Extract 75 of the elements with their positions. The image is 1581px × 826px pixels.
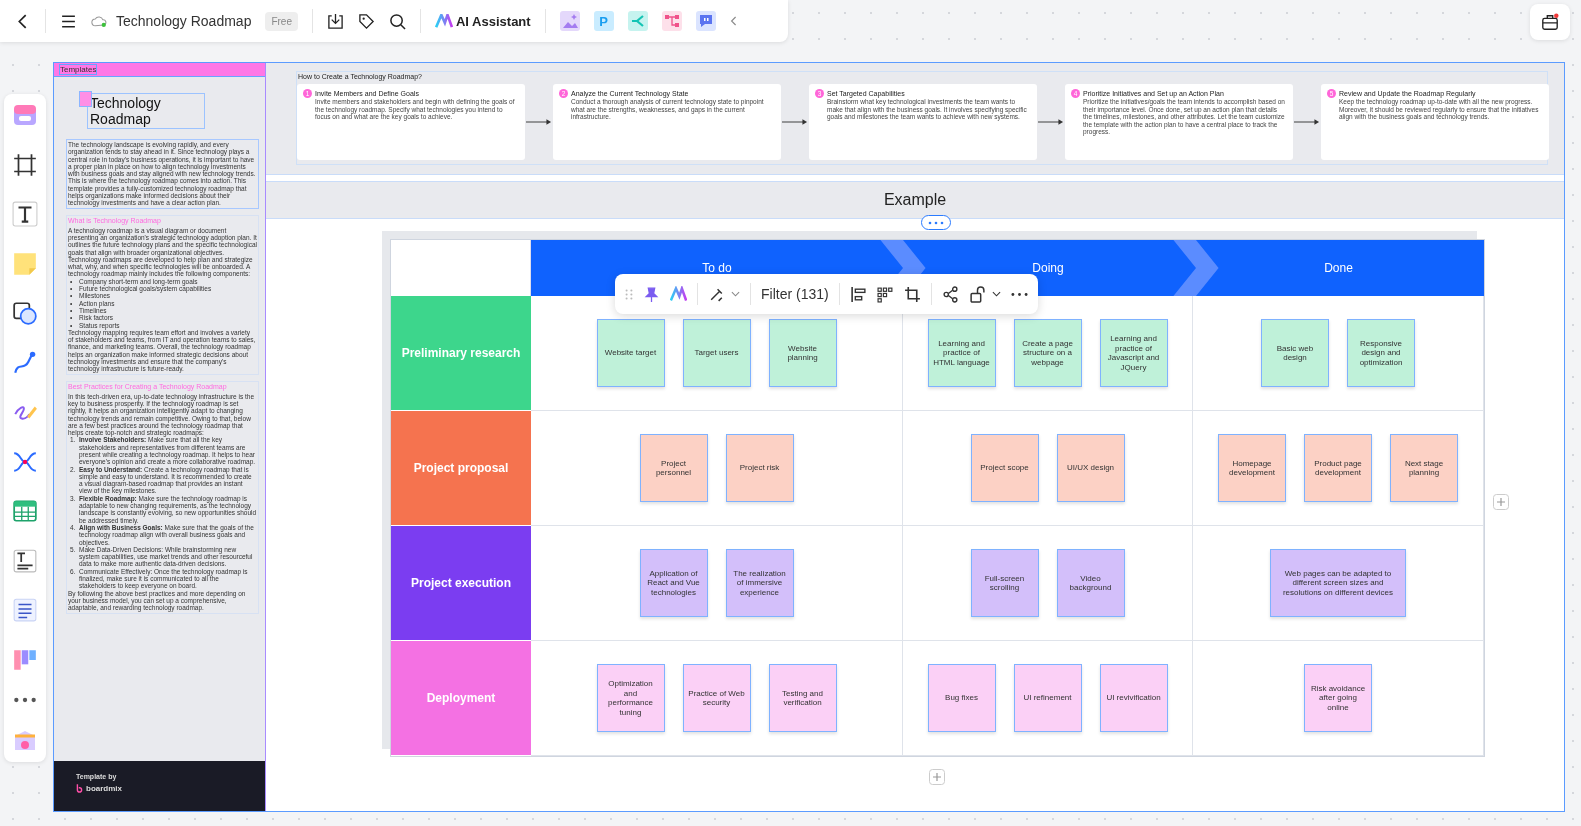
connector-icon[interactable] — [12, 349, 38, 376]
sticky-note[interactable]: Video background — [1056, 549, 1125, 617]
brand-name: boardmix — [86, 784, 122, 793]
sticky-note[interactable]: UI refinement — [1013, 664, 1082, 732]
arrow-connector — [1294, 118, 1320, 126]
title-marker-icon — [80, 92, 91, 106]
flowchart-app-icon[interactable] — [661, 11, 682, 31]
sticky-note[interactable]: Risk avoidance after going online — [1304, 664, 1372, 732]
align-left-icon[interactable] — [849, 285, 867, 303]
sticky-note[interactable]: Bug fixes — [927, 664, 996, 732]
sticky-note[interactable]: Testing and verification — [768, 664, 837, 732]
sticky-note[interactable]: Website target — [596, 319, 665, 387]
unlock-icon[interactable] — [968, 285, 986, 303]
template-title: Technology Roadmap — [89, 94, 162, 128]
row-label: Preliminary research — [391, 296, 531, 411]
more-icon — [928, 220, 944, 225]
row-label: Deployment — [391, 641, 531, 756]
text-icon[interactable] — [12, 201, 38, 228]
brand-logo-icon — [76, 784, 83, 793]
plan-badge: Free — [265, 11, 298, 31]
sticky-note[interactable]: Project personnel — [639, 434, 708, 502]
frame-icon[interactable] — [12, 151, 38, 178]
sticky-note[interactable]: The realization of immersive experience — [725, 549, 794, 617]
more-button[interactable] — [921, 215, 951, 230]
document-title[interactable]: Technology Roadmap — [116, 13, 252, 29]
sticky-note[interactable]: Target users — [682, 319, 751, 387]
download-icon[interactable] — [327, 12, 344, 30]
chat-app-icon[interactable] — [695, 11, 716, 31]
example-title: Example — [883, 191, 947, 209]
sticky-note[interactable]: Responsive design and optimization — [1347, 319, 1415, 387]
row-label: Project execution — [391, 526, 531, 641]
sticky-note[interactable]: Full-screen scrolling — [970, 549, 1039, 617]
sticky-note[interactable]: UI/UX design — [1056, 434, 1125, 502]
sticky-note[interactable]: Create a page structure on a webpage — [1013, 319, 1082, 387]
sticky-note[interactable]: Basic web design — [1261, 319, 1329, 387]
collapse-icon[interactable] — [729, 15, 738, 27]
arrow-connector — [782, 118, 808, 126]
templates-tab[interactable]: Templates — [60, 65, 97, 74]
sticky-note[interactable]: Application of React and Vue technologies — [639, 549, 708, 617]
chevron-shape — [1171, 240, 1221, 296]
row-label: Project proposal — [391, 411, 531, 526]
menu-icon[interactable] — [60, 12, 77, 30]
ai-logo-icon[interactable] — [670, 285, 687, 303]
sticky-note[interactable]: Next stage planning — [1390, 434, 1458, 502]
column-header: Done — [1193, 240, 1484, 296]
sticky-note[interactable]: Project risk — [725, 434, 794, 502]
ai-assistant-button[interactable]: AI Assistant — [435, 13, 531, 29]
connection-icon[interactable] — [941, 285, 959, 303]
grid-icon[interactable] — [876, 285, 894, 303]
toolbox-icon — [1541, 13, 1559, 31]
more-icon[interactable] — [12, 696, 38, 705]
arrow-connector — [1038, 118, 1064, 126]
list-icon[interactable] — [12, 597, 38, 624]
sticky-note[interactable]: Learning and practice of HTML language — [927, 319, 996, 387]
ai-logo-icon — [435, 14, 453, 28]
crop-icon[interactable] — [903, 285, 921, 303]
sticky-note[interactable]: Practice of Web security — [682, 664, 751, 732]
sticky-note[interactable]: Project scope — [970, 434, 1039, 502]
text-block-icon[interactable] — [12, 547, 38, 574]
image-app-icon[interactable] — [559, 11, 580, 31]
sticky-note[interactable]: Optimization and performance tuning — [596, 664, 665, 732]
pin-icon[interactable] — [643, 285, 660, 303]
shape-icon[interactable] — [12, 300, 38, 327]
sticky-note[interactable]: Product page development — [1304, 434, 1372, 502]
arrow-connector — [526, 118, 552, 126]
search-icon[interactable] — [389, 12, 406, 30]
sticky-note[interactable]: UI revivification — [1099, 664, 1168, 732]
caret-icon[interactable] — [991, 291, 1001, 297]
sticky-note[interactable]: Website planning — [768, 319, 837, 387]
sticky-note[interactable]: Learning and practice of Javascript and JQuery — [1099, 319, 1168, 387]
sticky-note[interactable]: Homepage development — [1218, 434, 1286, 502]
toolbox-button[interactable] — [1530, 4, 1570, 40]
tag-icon[interactable] — [358, 12, 375, 30]
sticky-note[interactable]: Web pages can be adapted to different screen sizes and resolutions on different devices — [1270, 549, 1406, 617]
table-icon[interactable] — [12, 498, 38, 525]
